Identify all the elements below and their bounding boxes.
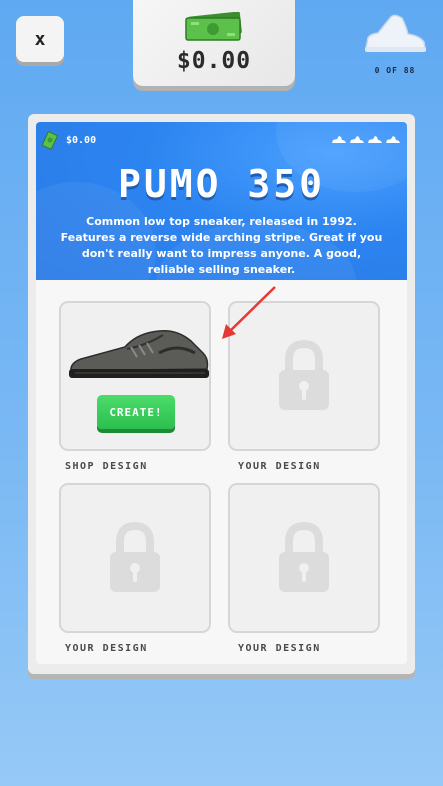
cash-icon — [185, 12, 242, 41]
mini-money-amount: $0.00 — [66, 134, 97, 146]
slot-label: YOUR DESIGN — [238, 461, 321, 472]
mini-shoe-rating — [331, 135, 401, 145]
shoe-icon — [332, 136, 346, 143]
slot-label: YOUR DESIGN — [65, 643, 148, 654]
design-slot-locked[interactable] — [228, 301, 380, 451]
banner-status-row: $0.00 — [42, 128, 401, 152]
mini-cash-icon — [42, 131, 58, 150]
close-button[interactable]: x — [16, 16, 64, 62]
mini-money: $0.00 — [42, 130, 96, 150]
sneaker-card: $0.00 PUMO 350 Common low top sneaker, r… — [28, 114, 415, 674]
sneaker-title: PUMO 350 — [117, 162, 326, 206]
sneaker-card-inner: $0.00 PUMO 350 Common low top sneaker, r… — [36, 122, 407, 664]
create-button[interactable]: CREATE! — [97, 395, 175, 429]
lock-icon — [279, 340, 329, 410]
design-slot-shop[interactable]: CREATE! — [59, 301, 211, 451]
shoe-icon — [386, 136, 400, 143]
sneaker-collection[interactable]: 0 OF 88 — [359, 8, 431, 75]
slot-label: YOUR DESIGN — [238, 643, 321, 654]
lock-icon — [110, 522, 160, 592]
design-slot-locked[interactable] — [228, 483, 380, 633]
money-panel: $0.00 — [133, 0, 295, 86]
collection-count: 0 OF 88 — [374, 66, 416, 75]
lock-icon — [279, 522, 329, 592]
sneaker-description: Common low top sneaker, released in 1992… — [60, 215, 383, 276]
shoe-icon — [350, 136, 364, 143]
sneaker-banner: $0.00 PUMO 350 Common low top sneaker, r… — [36, 122, 407, 280]
money-amount: $0.00 — [176, 48, 252, 74]
shoe-icon — [368, 136, 382, 143]
design-slot-locked[interactable] — [59, 483, 211, 633]
sneaker-image — [69, 329, 209, 378]
sneaker-collection-icon — [365, 14, 426, 52]
slot-label: SHOP DESIGN — [65, 461, 148, 472]
